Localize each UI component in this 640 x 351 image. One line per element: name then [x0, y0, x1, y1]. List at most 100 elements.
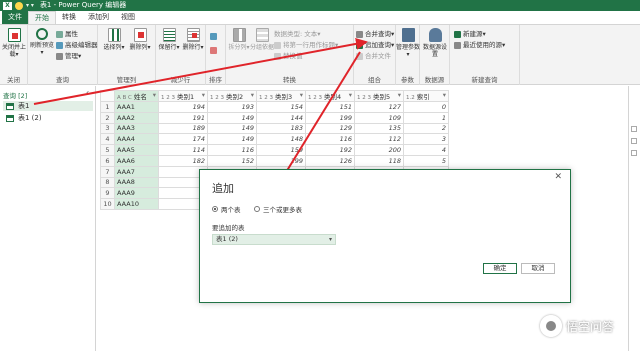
- refresh-preview-button[interactable]: 刷新预览▾: [30, 28, 54, 56]
- merge-queries-button[interactable]: 合并查询▾: [356, 29, 394, 39]
- cell-value[interactable]: 154: [256, 101, 306, 113]
- column-header-category3[interactable]: 1 2 3 类别3 ▾: [256, 90, 306, 102]
- radio-selected-icon[interactable]: [212, 206, 218, 212]
- cell-value[interactable]: 174: [158, 133, 208, 146]
- cell-value[interactable]: 118: [354, 154, 404, 167]
- tab-file[interactable]: 文件: [2, 11, 28, 24]
- row-number[interactable]: 5: [100, 144, 115, 156]
- cell-value[interactable]: 135: [354, 122, 404, 135]
- cell-value[interactable]: 149: [207, 133, 257, 146]
- cell-name[interactable]: AAA3: [114, 122, 159, 135]
- table-to-append-select[interactable]: 表1 (2) ▾: [212, 234, 336, 245]
- cell-value[interactable]: 149: [207, 111, 257, 124]
- cell-name[interactable]: AAA4: [114, 133, 159, 146]
- append-queries-button[interactable]: 追加查询▾: [356, 40, 394, 50]
- row-number[interactable]: 1: [100, 101, 115, 113]
- split-column-button[interactable]: 拆分列▾: [227, 28, 251, 51]
- cell-value[interactable]: 129: [305, 122, 355, 135]
- cell-value[interactable]: 182: [158, 154, 208, 167]
- cell-value[interactable]: 199: [305, 111, 355, 124]
- cell-name[interactable]: AAA7: [114, 165, 159, 178]
- replace-values-button[interactable]: 替换值: [274, 51, 303, 61]
- cell-name[interactable]: AAA8: [114, 176, 159, 189]
- cell-value[interactable]: 126: [305, 154, 355, 167]
- cell-name[interactable]: AAA1: [114, 101, 159, 113]
- choose-columns-button[interactable]: 选择列▾: [102, 28, 126, 51]
- cell-value[interactable]: 116: [305, 133, 355, 146]
- quick-access-toolbar[interactable]: ▾ ▾: [26, 0, 34, 11]
- row-number[interactable]: 9: [100, 187, 115, 200]
- cell-name[interactable]: AAA9: [114, 187, 159, 200]
- filter-dropdown-icon[interactable]: ▾: [153, 91, 156, 99]
- filter-dropdown-icon[interactable]: ▾: [349, 91, 352, 99]
- recent-sources-button[interactable]: 最近使用的源▾: [454, 40, 505, 50]
- properties-button[interactable]: 属性: [56, 29, 78, 39]
- sort-ascending-button[interactable]: [210, 31, 219, 41]
- cell-name[interactable]: AAA5: [114, 144, 159, 156]
- cell-value[interactable]: 193: [207, 101, 257, 113]
- manage-query-button[interactable]: 管理▾: [56, 51, 81, 61]
- row-number[interactable]: 6: [100, 154, 115, 167]
- smiley-icon[interactable]: [15, 1, 23, 10]
- query-item-table1-2[interactable]: 表1 (2): [6, 113, 42, 123]
- cell-value[interactable]: 151: [305, 101, 355, 113]
- tab-home[interactable]: 开始: [28, 11, 56, 24]
- tab-transform[interactable]: 转换: [56, 11, 82, 24]
- number-type-icon[interactable]: 1 2 3: [357, 95, 371, 101]
- cell-value[interactable]: 1: [403, 111, 449, 124]
- number-type-icon[interactable]: 1 2 3: [259, 95, 273, 101]
- cell-value[interactable]: 112: [354, 133, 404, 146]
- radio-unselected-icon[interactable]: [254, 206, 260, 212]
- use-first-row-as-headers-button[interactable]: 将第一行用作标题▾: [274, 40, 338, 50]
- pane-checkbox[interactable]: [631, 138, 637, 144]
- tab-add-column[interactable]: 添加列: [82, 11, 115, 24]
- row-number[interactable]: 3: [100, 122, 115, 135]
- cell-name[interactable]: AAA10: [114, 198, 159, 210]
- number-type-icon[interactable]: 1 2 3: [161, 95, 175, 101]
- cell-value[interactable]: 114: [158, 144, 208, 156]
- column-header-category1[interactable]: 1 2 3 类别1 ▾: [158, 90, 208, 102]
- sort-descending-button[interactable]: [210, 45, 219, 55]
- ok-button[interactable]: 确定: [483, 263, 517, 274]
- filter-dropdown-icon[interactable]: ▾: [398, 91, 401, 99]
- pane-checkbox[interactable]: [631, 150, 637, 156]
- cell-value[interactable]: 4: [403, 144, 449, 156]
- close-icon[interactable]: ✕: [554, 172, 562, 182]
- cell-name[interactable]: AAA6: [114, 154, 159, 167]
- close-and-load-button[interactable]: 关闭并上载▾: [2, 28, 26, 58]
- cell-value[interactable]: 183: [256, 122, 306, 135]
- cell-value[interactable]: 127: [354, 101, 404, 113]
- cell-name[interactable]: AAA2: [114, 111, 159, 124]
- radio-three-or-more-tables[interactable]: 三个或更多表: [254, 204, 302, 214]
- combine-files-button[interactable]: 合并文件: [356, 51, 391, 61]
- cell-value[interactable]: 109: [354, 111, 404, 124]
- remove-columns-button[interactable]: 删除列▾: [128, 28, 152, 51]
- cell-value[interactable]: 144: [256, 111, 306, 124]
- column-header-name[interactable]: A B C 姓名 ▾: [114, 90, 159, 102]
- cell-value[interactable]: 2: [403, 122, 449, 135]
- cell-value[interactable]: 192: [305, 144, 355, 156]
- cell-value[interactable]: 191: [158, 111, 208, 124]
- pane-checkbox[interactable]: [631, 126, 637, 132]
- new-source-button[interactable]: 新建源▾: [454, 29, 486, 39]
- radio-two-tables[interactable]: 两个表: [212, 204, 241, 214]
- filter-dropdown-icon[interactable]: ▾: [443, 91, 446, 99]
- filter-dropdown-icon[interactable]: ▾: [202, 91, 205, 99]
- cell-value[interactable]: 116: [207, 144, 257, 156]
- cell-value[interactable]: 148: [256, 133, 306, 146]
- column-header-category2[interactable]: 1 2 3 类别2 ▾: [207, 90, 257, 102]
- column-header-category4[interactable]: 1 2 3 类别4 ▾: [305, 90, 355, 102]
- collapse-pane-icon[interactable]: ‹: [86, 88, 89, 97]
- cell-value[interactable]: 3: [403, 133, 449, 146]
- column-header-index[interactable]: 1.2 索引 ▾: [403, 90, 449, 102]
- cell-value[interactable]: 152: [207, 154, 257, 167]
- cell-value[interactable]: 194: [158, 101, 208, 113]
- manage-parameters-button[interactable]: 管理参数▾: [396, 28, 420, 58]
- data-source-settings-button[interactable]: 数据源设置: [423, 28, 447, 58]
- cell-value[interactable]: 5: [403, 154, 449, 167]
- number-type-icon[interactable]: 1 2 3: [210, 95, 224, 101]
- cell-value[interactable]: 200: [354, 144, 404, 156]
- column-header-category5[interactable]: 1 2 3 类别5 ▾: [354, 90, 404, 102]
- cell-value[interactable]: 199: [256, 154, 306, 167]
- select-all-corner[interactable]: [100, 90, 115, 102]
